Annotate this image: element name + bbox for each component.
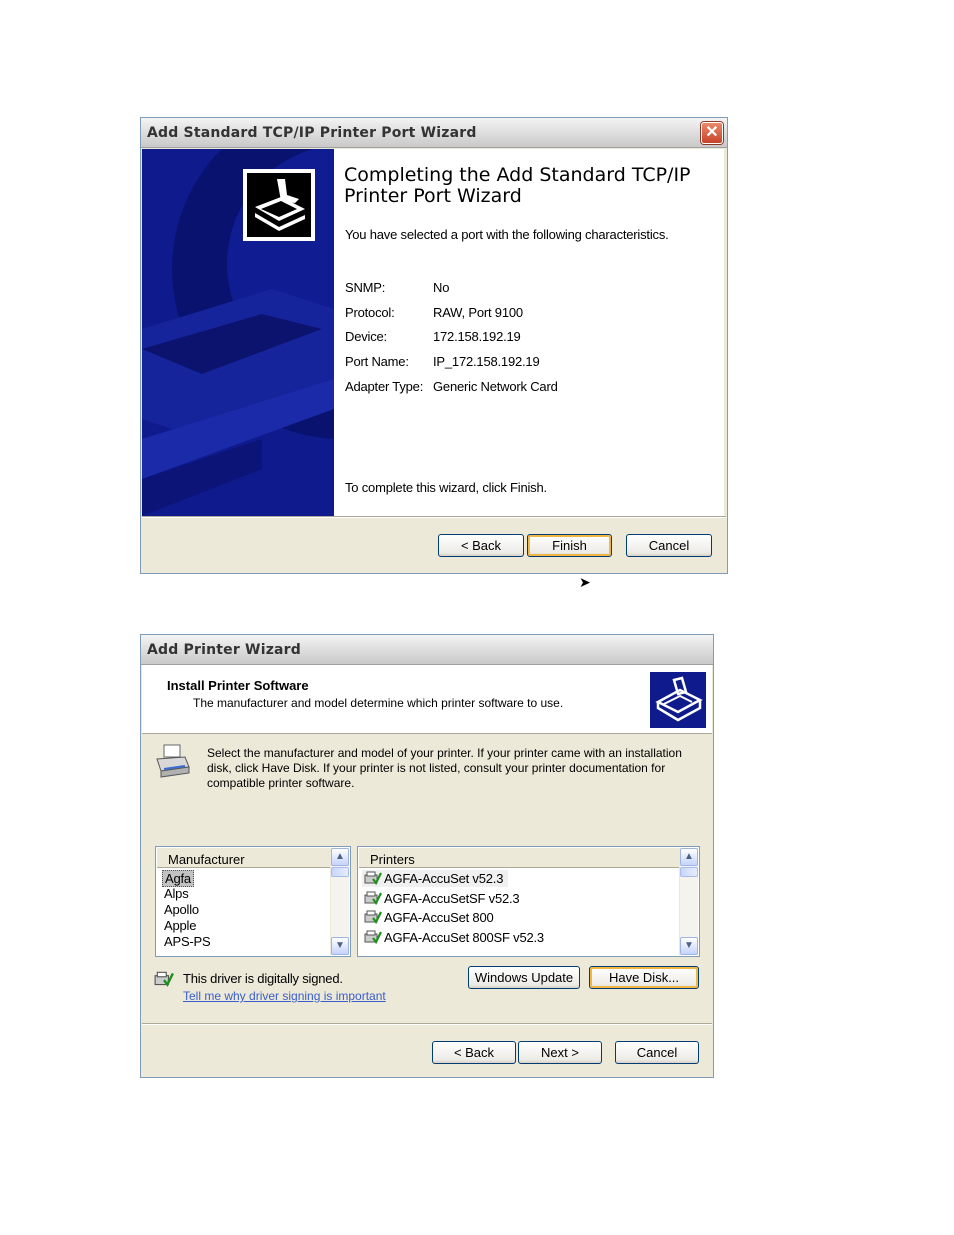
wizard-header: Install Printer Software The manufacture… bbox=[142, 665, 712, 734]
header-title: Install Printer Software bbox=[167, 678, 309, 693]
printer-icon bbox=[655, 676, 703, 722]
instruction-line-1: Select the manufacturer and model of you… bbox=[207, 746, 682, 760]
printer-wizard-logo bbox=[243, 169, 315, 241]
printer-paper-icon bbox=[247, 173, 311, 237]
back-button[interactable]: < Back bbox=[432, 1041, 516, 1064]
instruction-line-3: compatible printer software. bbox=[207, 776, 355, 790]
signed-driver-icon bbox=[364, 910, 382, 924]
scroll-up-button[interactable]: ▲ bbox=[680, 848, 698, 866]
title-bar[interactable]: Add Standard TCP/IP Printer Port Wizard … bbox=[141, 118, 727, 148]
cancel-button[interactable]: Cancel bbox=[615, 1041, 699, 1064]
manufacturer-list[interactable]: Manufacturer Agfa Alps Apollo Apple APS-… bbox=[155, 846, 351, 957]
manufacturer-item-agfa[interactable]: Agfa bbox=[162, 870, 194, 887]
field-value-snmp: No bbox=[433, 280, 450, 295]
driver-signing-link[interactable]: Tell me why driver signing is important bbox=[183, 989, 386, 1003]
field-label-device: Device: bbox=[345, 329, 387, 344]
signed-driver-icon bbox=[364, 871, 382, 885]
manufacturer-item-alps[interactable]: Alps bbox=[164, 886, 189, 901]
signed-driver-icon bbox=[364, 891, 382, 905]
have-disk-button[interactable]: Have Disk... bbox=[589, 966, 699, 989]
printer-icon bbox=[156, 744, 190, 778]
field-value-protocol: RAW, Port 9100 bbox=[433, 305, 523, 320]
printer-wizard-logo bbox=[650, 672, 706, 728]
window-title: Add Printer Wizard bbox=[147, 642, 302, 658]
signed-driver-icon bbox=[364, 930, 382, 944]
field-label-protocol: Protocol: bbox=[345, 305, 395, 320]
button-divider bbox=[142, 516, 726, 518]
scroll-thumb[interactable] bbox=[331, 867, 349, 877]
list-item[interactable]: AGFA-AccuSetSF v52.3 bbox=[362, 890, 662, 907]
list-item[interactable]: AGFA-AccuSet 800SF v52.3 bbox=[362, 929, 662, 946]
scroll-up-button[interactable]: ▲ bbox=[331, 848, 349, 866]
field-label-adapter-type: Adapter Type: bbox=[345, 379, 424, 394]
manufacturer-scrollbar[interactable]: ▲ ▼ bbox=[330, 848, 349, 955]
header-subtitle: The manufacturer and model determine whi… bbox=[193, 696, 564, 710]
intro-text: You have selected a port with the follow… bbox=[345, 227, 669, 242]
field-label-snmp: SNMP: bbox=[345, 280, 386, 295]
window-title: Add Standard TCP/IP Printer Port Wizard bbox=[147, 125, 477, 141]
scroll-down-button[interactable]: ▼ bbox=[331, 937, 349, 955]
wizard-content: Completing the Add Standard TCP/IP Print… bbox=[334, 149, 724, 516]
printers-header[interactable]: Printers bbox=[359, 848, 680, 868]
printer-item-label: AGFA-AccuSetSF v52.3 bbox=[384, 891, 520, 906]
signed-driver-icon bbox=[154, 971, 174, 987]
windows-update-button[interactable]: Windows Update bbox=[468, 966, 580, 989]
list-item[interactable]: AGFA-AccuSet 800 bbox=[362, 909, 662, 926]
list-item[interactable]: AGFA-AccuSet v52.3 bbox=[362, 870, 508, 887]
back-button[interactable]: < Back bbox=[438, 534, 524, 557]
next-button[interactable]: Next > bbox=[518, 1041, 602, 1064]
manufacturer-item-apollo[interactable]: Apollo bbox=[164, 902, 199, 917]
instruction-line-2: disk, click Have Disk. If your printer i… bbox=[207, 761, 666, 775]
printers-list[interactable]: Printers AGFA-AccuSet v52.3 AGFA-AccuSet… bbox=[357, 846, 700, 957]
button-divider bbox=[142, 1023, 712, 1025]
finish-button[interactable]: Finish bbox=[527, 534, 612, 557]
signed-status-text: This driver is digitally signed. bbox=[183, 971, 343, 986]
printer-item-label: AGFA-AccuSet 800SF v52.3 bbox=[384, 930, 544, 945]
cancel-button[interactable]: Cancel bbox=[626, 534, 712, 557]
finish-hint: To complete this wizard, click Finish. bbox=[345, 480, 547, 495]
printer-item-label: AGFA-AccuSet v52.3 bbox=[384, 871, 504, 886]
scroll-down-button[interactable]: ▼ bbox=[680, 937, 698, 955]
manufacturer-item-aps-ps[interactable]: APS-PS bbox=[164, 934, 211, 949]
tcpip-port-wizard-window: Add Standard TCP/IP Printer Port Wizard … bbox=[140, 117, 728, 574]
field-value-adapter-type: Generic Network Card bbox=[433, 379, 558, 394]
printers-scrollbar[interactable]: ▲ ▼ bbox=[679, 848, 698, 955]
title-bar[interactable]: Add Printer Wizard bbox=[141, 635, 713, 665]
field-value-port-name: IP_172.158.192.19 bbox=[433, 354, 540, 369]
completion-heading: Completing the Add Standard TCP/IP Print… bbox=[344, 164, 691, 207]
scroll-thumb[interactable] bbox=[680, 867, 698, 877]
wizard-sidebar bbox=[142, 149, 334, 516]
printer-item-label: AGFA-AccuSet 800 bbox=[384, 910, 494, 925]
arrow-icon: ➤ bbox=[579, 574, 591, 590]
manufacturer-header[interactable]: Manufacturer bbox=[157, 848, 331, 868]
manufacturer-item-apple[interactable]: Apple bbox=[164, 918, 196, 933]
add-printer-wizard-window: Add Printer Wizard Install Printer Softw… bbox=[140, 634, 714, 1078]
close-button[interactable]: ✕ bbox=[701, 122, 723, 144]
field-value-device: 172.158.192.19 bbox=[433, 329, 521, 344]
field-label-port-name: Port Name: bbox=[345, 354, 409, 369]
